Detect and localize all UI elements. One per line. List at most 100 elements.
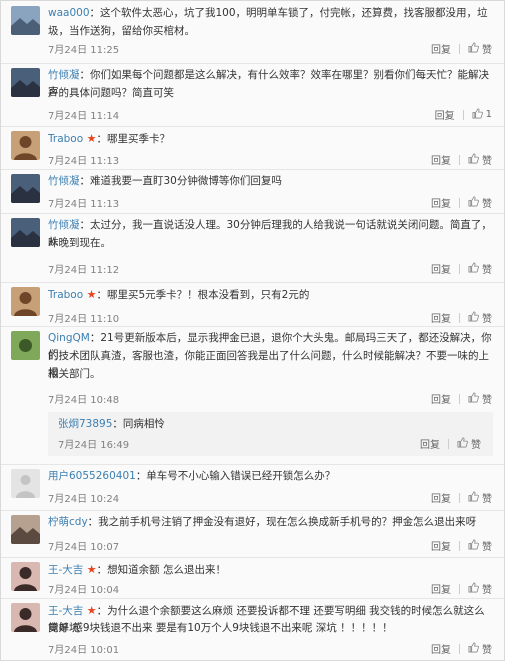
username-link[interactable]: 竹倾凝 [48, 69, 80, 81]
like-button[interactable]: 赞 [468, 490, 492, 505]
comment-timestamp: 7月24日 10:07 [48, 542, 120, 553]
like-button[interactable]: 赞 [468, 581, 492, 596]
username-link[interactable]: Traboo [48, 289, 83, 301]
like-button[interactable]: 赞 [468, 538, 492, 553]
verified-star-icon: ★ [83, 132, 97, 145]
like-label: 赞 [482, 265, 492, 276]
comment-timestamp: 7月24日 11:12 [48, 265, 120, 276]
comment-actions: 回复 赞 [431, 261, 492, 276]
comment-list: waa000：这个软件太恶心，坑了我100，明明单车锁了，付完帐，还算费，找客服… [0, 0, 505, 661]
comment-first-line: 柠萌cdy：我之前手机号注销了押金没有退好，现在怎么换成新手机号的？押金怎么退出… [48, 514, 493, 531]
like-button[interactable]: 赞 [468, 152, 492, 167]
like-label: 赞 [482, 156, 492, 167]
comment-item: 竹倾凝：你们如果每个问题都是这么解决，有什么效率？效率在哪里？别看你们每天忙？能… [1, 63, 504, 127]
comment-timestamp: 7月24日 10:01 [48, 645, 120, 656]
action-divider [459, 583, 460, 594]
comment-text: ：哪里买季卡？ [96, 133, 171, 145]
night-scene-avatar-icon[interactable] [11, 174, 40, 203]
thumbs-up-icon [468, 539, 482, 553]
like-button[interactable]: 1 [472, 108, 492, 122]
comment-actions: 回复 赞 [431, 490, 492, 505]
comment-actions: 回复 赞 [431, 538, 492, 553]
like-button[interactable]: 赞 [468, 310, 492, 325]
comment-text: ：同病相怜 [112, 418, 165, 430]
flower-avatar-icon[interactable] [11, 331, 40, 360]
action-divider [448, 438, 449, 449]
like-label: 赞 [482, 494, 492, 505]
like-label: 赞 [482, 395, 492, 406]
action-divider [459, 540, 460, 551]
like-button[interactable]: 赞 [468, 41, 492, 56]
portrait-avatar-icon[interactable] [11, 287, 40, 316]
like-label: 赞 [482, 314, 492, 325]
reply-button[interactable]: 回复 [431, 261, 451, 276]
comment-actions: 回复 赞 [431, 152, 492, 167]
comment-actions: 回复 赞 [431, 310, 492, 325]
thumbs-up-icon [468, 42, 482, 56]
username-link[interactable]: QingQM [48, 332, 90, 344]
thumbs-up-icon [472, 108, 486, 122]
comment-item: QingQM：21号更新版本后，显示我押金已退，退你个大头鬼。邮局玛三天了，都还… [1, 326, 504, 465]
woman-avatar-icon[interactable] [11, 603, 40, 632]
reply-button[interactable]: 回复 [431, 581, 451, 596]
comment-item: 柠萌cdy：我之前手机号注销了押金没有退好，现在怎么换成新手机号的？押金怎么退出… [1, 510, 504, 558]
like-label: 赞 [482, 45, 492, 56]
night-scene-avatar-icon[interactable] [11, 68, 40, 97]
username-link[interactable]: 柠萌cdy [48, 516, 88, 528]
thumbs-up-icon [468, 491, 482, 505]
comment-actions: 回复 赞 [431, 641, 492, 656]
like-label: 1 [485, 109, 492, 120]
comment-text: ：单车号不小心输入错误已经开锁怎么办？ [135, 470, 336, 482]
username-link[interactable]: waa000 [48, 7, 90, 19]
nested-reply: 张炯73895：同病相怜 7月24日 16:49 回复 赞 [48, 412, 493, 456]
comment-first-line: Traboo ★：哪里买5元季卡？！根本没看到，只有2元的 [48, 286, 493, 304]
default-user-avatar-icon[interactable] [11, 469, 40, 498]
username-link[interactable]: 用户6055260401 [48, 470, 136, 482]
reply-button[interactable]: 回复 [431, 391, 451, 406]
reply-button[interactable]: 回复 [431, 195, 451, 210]
username-link[interactable]: 张炯73895 [58, 418, 112, 430]
like-label: 赞 [482, 585, 492, 596]
landscape-avatar-icon[interactable] [11, 6, 40, 35]
night-scene-avatar-icon[interactable] [11, 218, 40, 247]
comment-actions: 回复 赞 [431, 391, 492, 406]
portrait-avatar-icon[interactable] [11, 131, 40, 160]
woman-avatar-icon[interactable] [11, 562, 40, 591]
reply-button[interactable]: 回复 [420, 436, 440, 451]
comment-first-line: 王-大吉 ★：想知道余额 怎么退出来！ [48, 561, 493, 579]
reply-button[interactable]: 回复 [431, 641, 451, 656]
comment-actions: 回复 赞 [431, 581, 492, 596]
reply-button[interactable]: 回复 [431, 538, 451, 553]
reply-button[interactable]: 回复 [431, 310, 451, 325]
like-label: 赞 [482, 199, 492, 210]
username-link[interactable]: 竹倾凝 [48, 219, 80, 231]
like-button[interactable]: 赞 [468, 641, 492, 656]
comment-timestamp: 7月24日 11:13 [48, 199, 120, 210]
cartoon-avatar-icon[interactable] [11, 515, 40, 544]
thumbs-up-icon [468, 392, 482, 406]
comment-item: Traboo ★：哪里买季卡？ 7月24日 11:13 回复 赞 [1, 126, 504, 170]
like-button[interactable]: 赞 [468, 195, 492, 210]
comment-text-line: 昨晚到现在。 [48, 237, 111, 249]
username-link[interactable]: Traboo [48, 133, 83, 145]
like-button[interactable]: 赞 [468, 261, 492, 276]
reply-button[interactable]: 回复 [431, 41, 451, 56]
comment-item: Traboo ★：哪里买5元季卡？！根本没看到，只有2元的 7月24日 11:10… [1, 282, 504, 327]
like-label: 赞 [482, 542, 492, 553]
username-link[interactable]: 王-大吉 [48, 564, 83, 576]
username-link[interactable]: 王-大吉 [48, 605, 83, 617]
comment-text: ：想知道余额 怎么退出来！ [96, 564, 226, 576]
like-button[interactable]: 赞 [457, 436, 481, 451]
action-divider [459, 263, 460, 274]
action-divider [459, 43, 460, 54]
thumbs-up-icon [468, 642, 482, 656]
username-link[interactable]: 竹倾凝 [48, 175, 80, 187]
reply-button[interactable]: 回复 [431, 490, 451, 505]
reply-button[interactable]: 回复 [431, 152, 451, 167]
comment-actions: 回复 赞 [420, 436, 481, 451]
comment-first-line: Traboo ★：哪里买季卡？ [48, 130, 493, 148]
thumbs-up-icon [468, 311, 482, 325]
comment-actions: 回复 赞 [431, 41, 492, 56]
reply-button[interactable]: 回复 [435, 107, 455, 122]
like-button[interactable]: 赞 [468, 391, 492, 406]
